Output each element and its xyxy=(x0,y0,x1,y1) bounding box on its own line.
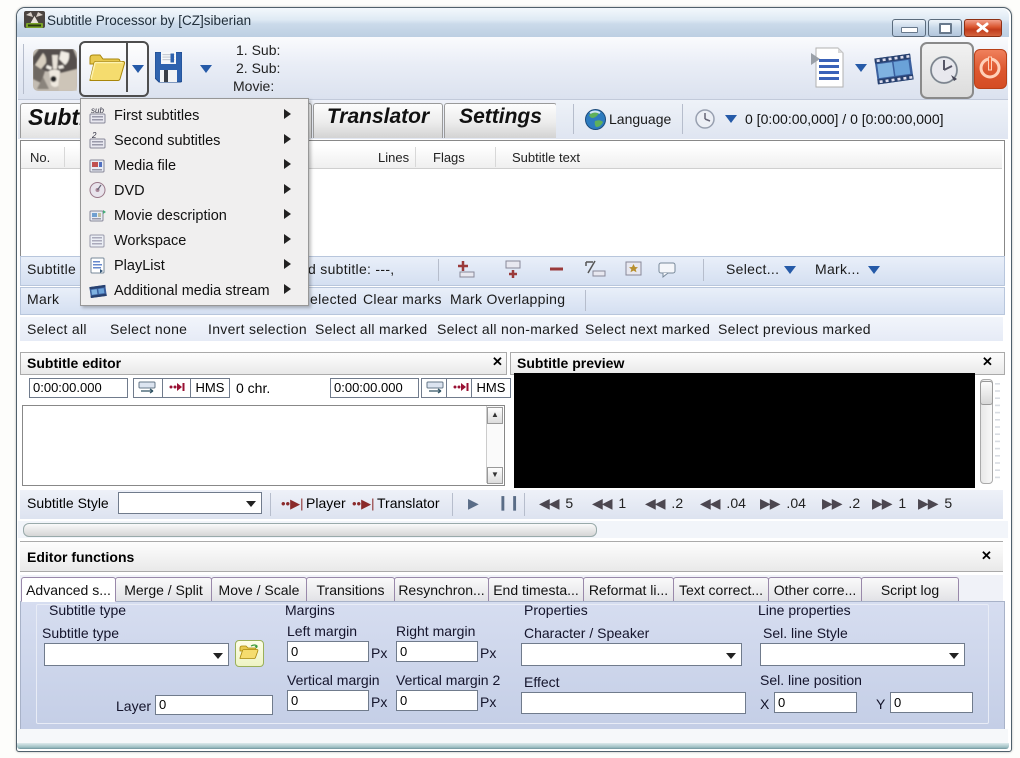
svg-text:2: 2 xyxy=(91,131,97,140)
svg-text:sub: sub xyxy=(91,106,104,115)
